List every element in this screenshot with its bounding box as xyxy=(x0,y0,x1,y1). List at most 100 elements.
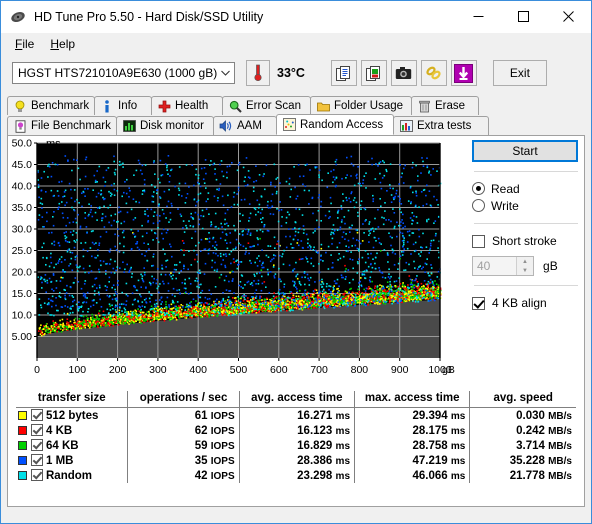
row-checkbox[interactable] xyxy=(31,409,43,421)
row-checkbox[interactable] xyxy=(31,424,43,436)
tab-disk-monitor-label: Disk monitor xyxy=(140,120,204,132)
title-bar: HD Tune Pro 5.50 - Hard Disk/SSD Utility xyxy=(1,1,591,33)
copy-text-button[interactable] xyxy=(330,60,357,86)
radio-read[interactable]: Read xyxy=(472,180,580,197)
minimize-button[interactable] xyxy=(456,1,501,32)
short-stroke-unit-label: gB xyxy=(543,259,558,273)
tab-extra-tests[interactable]: Extra tests xyxy=(393,116,489,135)
row-size-label: 1 MB xyxy=(46,455,74,467)
results-table-wrap: transfer size operations / sec avg. acce… xyxy=(8,386,584,483)
exit-button[interactable]: Exit xyxy=(492,60,547,86)
x-tick-label: 900 xyxy=(391,364,409,376)
x-tick-label: 200 xyxy=(109,364,127,376)
toolbar-buttons xyxy=(330,60,477,86)
row-avg-access: 28.386 ms xyxy=(238,453,355,468)
row-checkbox[interactable] xyxy=(31,454,43,466)
menu-bar: File Help xyxy=(1,33,591,54)
x-tick-label: 700 xyxy=(310,364,328,376)
th-max-access: max. access time xyxy=(353,391,470,408)
tab-file-benchmark[interactable]: File Benchmark xyxy=(7,116,117,135)
hard-disk-icon xyxy=(10,9,26,25)
tab-folder-usage[interactable]: Folder Usage xyxy=(310,96,412,115)
align-label: 4 KB align xyxy=(492,296,547,310)
radio-write-label: Write xyxy=(491,198,519,213)
y-tick-label: 15.0 xyxy=(12,288,33,300)
tab-benchmark-label: Benchmark xyxy=(31,100,90,112)
close-button[interactable] xyxy=(546,1,591,32)
x-tick-label: 600 xyxy=(270,364,288,376)
y-tick-label: 30.0 xyxy=(12,224,33,236)
tab-bar: Benchmark Info Health Error Scan Folder … xyxy=(7,96,585,135)
tab-erase[interactable]: Erase xyxy=(411,96,479,115)
short-stroke-spinner[interactable]: 40 ▲ ▼ xyxy=(472,256,534,276)
y-axis-unit-label: ms xyxy=(46,138,61,150)
x-tick-label: 300 xyxy=(149,364,167,376)
tab-row-1: Benchmark Info Health Error Scan Folder … xyxy=(7,96,585,115)
row-max-access: 28.758 ms xyxy=(353,438,470,453)
spinner-down-icon[interactable]: ▼ xyxy=(517,266,533,275)
y-tick-label: 25.0 xyxy=(12,245,33,257)
radio-write[interactable]: Write xyxy=(472,197,580,214)
row-max-access: 28.175 ms xyxy=(353,423,470,438)
divider-2 xyxy=(474,223,578,224)
y-tick-label: 50.0 xyxy=(12,138,33,150)
tab-error-scan[interactable]: Error Scan xyxy=(222,96,311,115)
maximize-button[interactable] xyxy=(501,1,546,32)
tab-random-access[interactable]: Random Access xyxy=(276,114,394,135)
tab-health[interactable]: Health xyxy=(151,96,223,115)
save-button[interactable] xyxy=(450,60,477,86)
window-title: HD Tune Pro 5.50 - Hard Disk/SSD Utility xyxy=(34,9,264,24)
copy-image-button[interactable] xyxy=(360,60,387,86)
y-tick-label: 5.00 xyxy=(12,331,33,343)
temperature-button[interactable] xyxy=(246,60,270,86)
tab-error-scan-label: Error Scan xyxy=(246,100,301,112)
link-button[interactable] xyxy=(420,60,447,86)
row-size-label: 4 KB xyxy=(46,425,73,437)
menu-help[interactable]: Help xyxy=(44,35,85,53)
legend-color-swatch xyxy=(18,456,27,465)
row-transfer-size[interactable]: 512 bytes xyxy=(16,408,128,424)
access-time-scatter-chart: ms 5.00 10.0 15.0 20.0 25.0 30.0 35.0 40.0 45.0 5… xyxy=(8,136,470,386)
row-size-label: 64 KB xyxy=(46,440,79,452)
row-avg-access: 23.298 ms xyxy=(238,468,355,483)
row-checkbox[interactable] xyxy=(31,439,43,451)
trash-icon xyxy=(417,99,431,113)
table-row: 4 KB 62 IOPS 16.123 ms 28.175 ms 0.242 MB/s xyxy=(16,423,576,438)
radio-read-indicator xyxy=(472,182,485,195)
row-transfer-size[interactable]: 1 MB xyxy=(16,453,128,468)
tab-info-label: Info xyxy=(118,100,138,112)
screenshot-button[interactable] xyxy=(390,60,417,86)
short-stroke-value: 40 xyxy=(477,259,491,273)
short-stroke-label: Short stroke xyxy=(492,234,557,248)
chain-icon xyxy=(426,66,442,80)
row-transfer-size[interactable]: Random xyxy=(16,468,128,483)
row-checkbox[interactable] xyxy=(31,469,43,481)
row-transfer-size[interactable]: 64 KB xyxy=(16,438,128,453)
row-max-access: 29.394 ms xyxy=(353,407,470,423)
table-row: 64 KB 59 IOPS 16.829 ms 28.758 ms 3.714 MB/s xyxy=(16,438,576,453)
checkbox-4kb-align[interactable]: 4 KB align xyxy=(472,294,580,312)
short-stroke-row: 40 ▲ ▼ gB xyxy=(472,256,580,276)
table-row: 1 MB 35 IOPS 28.386 ms 47.219 ms 35.228 MB/s xyxy=(16,453,576,468)
row-size-label: Random xyxy=(46,470,92,482)
menu-file-rest: ile xyxy=(22,36,35,51)
drive-select[interactable]: HGST HTS721010A9E630 (1000 gB) xyxy=(12,62,235,84)
x-tick-label: 100 xyxy=(69,364,87,376)
row-avg-speed: 0.030 MB/s xyxy=(469,407,576,423)
row-max-access: 47.219 ms xyxy=(353,453,470,468)
tab-disk-monitor[interactable]: Disk monitor xyxy=(116,116,214,135)
spinner-buttons[interactable]: ▲ ▼ xyxy=(516,257,533,275)
row-avg-speed: 0.242 MB/s xyxy=(469,423,576,438)
spinner-up-icon[interactable]: ▲ xyxy=(517,257,533,266)
legend-color-swatch xyxy=(18,471,27,480)
tab-benchmark[interactable]: Benchmark xyxy=(7,96,95,115)
row-transfer-size[interactable]: 4 KB xyxy=(16,423,128,438)
row-avg-access: 16.829 ms xyxy=(238,438,355,453)
checkbox-short-stroke[interactable]: Short stroke xyxy=(472,232,580,250)
start-button[interactable]: Start xyxy=(472,140,578,162)
menu-file[interactable]: File xyxy=(9,35,44,53)
tab-aam[interactable]: AAM xyxy=(213,116,277,135)
control-panel: Start Read Write Short stroke 40 ▲ ▼ gB … xyxy=(472,140,580,312)
tab-file-benchmark-label: File Benchmark xyxy=(31,120,111,132)
tab-info[interactable]: Info xyxy=(94,96,152,115)
